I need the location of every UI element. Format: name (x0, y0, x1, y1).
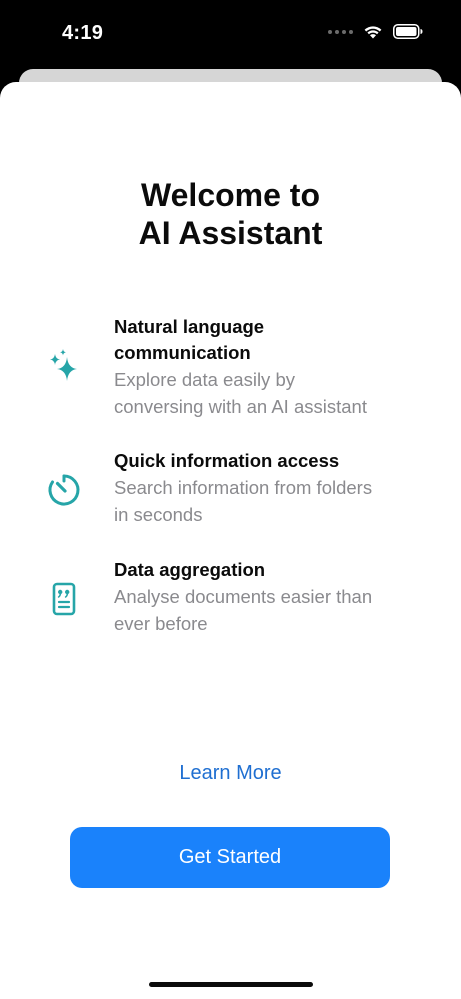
feature-title-line: Natural language (114, 316, 265, 337)
page-title: Welcome to AI Assistant (0, 176, 461, 252)
home-indicator (149, 982, 313, 987)
feature-title: Natural language communication (114, 314, 434, 366)
battery-icon (393, 24, 423, 39)
feature-description: Explore data easily by conversing with a… (114, 366, 434, 420)
feature-title-line: Quick information access (114, 450, 340, 471)
feature-description-line: in seconds (114, 504, 203, 525)
feature-description: Search information from folders in secon… (114, 474, 434, 528)
status-icons (328, 24, 423, 39)
status-bar: 4:19 (0, 0, 461, 66)
sparkles-icon (46, 348, 82, 384)
feature-description-line: conversing with an AI assistant (114, 396, 367, 417)
feature-description: Analyse documents easier than ever befor… (114, 583, 434, 637)
wifi-icon (364, 26, 382, 39)
learn-more-link[interactable]: Learn More (0, 762, 461, 785)
feature-data-aggregation: Data aggregation Analyse documents easie… (0, 557, 461, 657)
feature-text: Natural language communication Explore d… (114, 314, 434, 420)
feature-natural-language: Natural language communication Explore d… (0, 314, 461, 417)
feature-text: Data aggregation Analyse documents easie… (114, 557, 434, 637)
feature-description-line: Search information from folders (114, 477, 373, 498)
timer-icon (46, 472, 82, 508)
feature-text: Quick information access Search informat… (114, 448, 434, 528)
feature-title-line: Data aggregation (114, 559, 266, 580)
welcome-sheet: Welcome to AI Assistant Natural language… (0, 82, 461, 999)
cellular-signal-icon (328, 29, 353, 34)
get-started-button[interactable]: Get Started (70, 827, 390, 888)
feature-title: Data aggregation (114, 557, 434, 583)
quote-document-icon (46, 581, 82, 617)
feature-description-line: ever before (114, 613, 208, 634)
status-time: 4:19 (62, 22, 104, 44)
title-line-1: Welcome to (141, 177, 320, 213)
screen: 4:19 Welcome to AI Assistant Natural lan… (0, 0, 461, 999)
feature-description-line: Analyse documents easier than (114, 586, 373, 607)
feature-title: Quick information access (114, 448, 434, 474)
feature-description-line: Explore data easily by (114, 369, 295, 390)
feature-quick-access: Quick information access Search informat… (0, 448, 461, 548)
title-line-2: AI Assistant (138, 215, 323, 251)
feature-title-line: communication (114, 342, 251, 363)
